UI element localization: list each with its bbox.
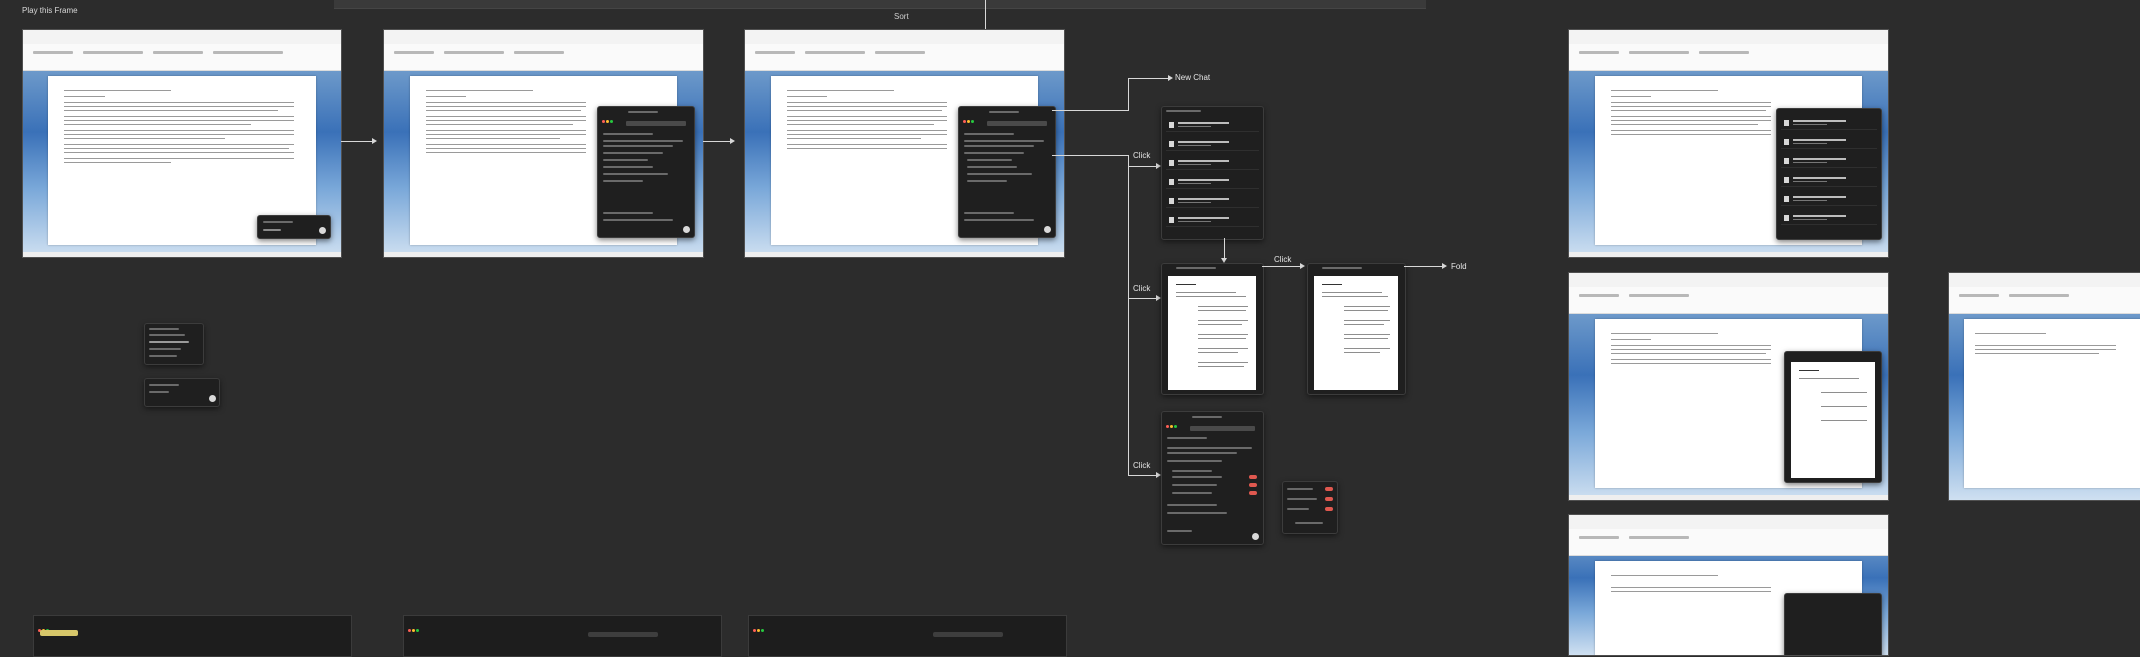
chat-input-panel[interactable] bbox=[257, 215, 331, 239]
connector-new-chat-v bbox=[1128, 78, 1129, 111]
connector-click-1 bbox=[1052, 155, 1128, 156]
connector-new-chat-h1 bbox=[1052, 110, 1128, 111]
word-screenshot-3[interactable] bbox=[744, 29, 1065, 258]
toggle-icon[interactable] bbox=[1325, 497, 1333, 501]
document-icon bbox=[1169, 122, 1174, 128]
document-icon bbox=[1169, 198, 1174, 204]
bottom-window-1[interactable] bbox=[33, 615, 352, 657]
arrow-right-icon bbox=[372, 138, 377, 144]
send-icon[interactable] bbox=[1252, 533, 1259, 540]
toggle-icon[interactable] bbox=[1249, 491, 1257, 495]
fold-label: Fold bbox=[1451, 262, 1467, 271]
frame-title[interactable]: Play this Frame bbox=[22, 6, 78, 15]
flow-connector-2 bbox=[703, 141, 732, 142]
document-icon bbox=[1169, 141, 1174, 147]
bottom-window-2[interactable] bbox=[403, 615, 722, 657]
document-preview-panel[interactable] bbox=[1161, 263, 1264, 395]
chat-input-mini[interactable] bbox=[144, 378, 220, 407]
connector-click-trunk bbox=[1128, 155, 1129, 475]
document-preview-panel-expanded[interactable] bbox=[1307, 263, 1406, 395]
word-screenshot-recent[interactable] bbox=[1568, 29, 1889, 258]
model-menu-popup[interactable] bbox=[144, 323, 204, 365]
document-icon bbox=[1169, 179, 1174, 185]
word-screenshot-2[interactable] bbox=[383, 29, 704, 258]
toggle-icon[interactable] bbox=[1325, 507, 1333, 511]
list-item[interactable] bbox=[1166, 176, 1259, 189]
click-label-3: Click bbox=[1133, 461, 1151, 470]
toggle-icon[interactable] bbox=[1249, 475, 1257, 479]
list-item[interactable] bbox=[1166, 195, 1259, 208]
flow-connector-1 bbox=[341, 141, 374, 142]
bottom-window-3[interactable] bbox=[748, 615, 1067, 657]
new-chat-label: New Chat bbox=[1175, 73, 1211, 82]
word-screenshot-bottom[interactable] bbox=[1568, 514, 1889, 656]
chat-settings-panel[interactable] bbox=[1161, 411, 1264, 545]
document-icon bbox=[1169, 160, 1174, 166]
recent-files-overlay[interactable] bbox=[1776, 108, 1882, 240]
list-item[interactable] bbox=[1166, 138, 1259, 151]
send-icon[interactable] bbox=[683, 226, 690, 233]
top-canvas-bar bbox=[334, 0, 1426, 9]
preview-overlay[interactable] bbox=[1784, 351, 1882, 483]
list-item[interactable] bbox=[1166, 157, 1259, 170]
arrow-right-icon bbox=[1442, 263, 1447, 269]
toggle-icon[interactable] bbox=[1249, 483, 1257, 487]
chat-panel-open[interactable] bbox=[597, 106, 695, 238]
word-screenshot-partial[interactable] bbox=[1948, 272, 2140, 501]
word-screenshot-preview[interactable] bbox=[1568, 272, 1889, 501]
arrow-right-icon bbox=[1300, 263, 1305, 269]
toggle-icon[interactable] bbox=[1325, 487, 1333, 491]
send-icon[interactable] bbox=[1044, 226, 1051, 233]
preview-overlay-bottom[interactable] bbox=[1784, 593, 1882, 655]
send-icon[interactable] bbox=[209, 395, 216, 402]
chat-panel-sorting[interactable] bbox=[958, 106, 1056, 238]
click-label-1: Click bbox=[1133, 151, 1151, 160]
list-item[interactable] bbox=[1166, 214, 1259, 227]
word-screenshot-1[interactable] bbox=[22, 29, 342, 258]
toggle-options-popup[interactable] bbox=[1282, 481, 1338, 534]
click-label-4: Click bbox=[1274, 255, 1292, 264]
click-label-2: Click bbox=[1133, 284, 1151, 293]
arrow-right-icon bbox=[1168, 75, 1173, 81]
recent-files-panel[interactable] bbox=[1161, 106, 1264, 240]
connector-new-chat-h2 bbox=[1128, 78, 1170, 79]
send-icon[interactable] bbox=[319, 227, 326, 234]
document-icon bbox=[1169, 217, 1174, 223]
sort-label: Sort bbox=[894, 12, 909, 21]
list-item[interactable] bbox=[1166, 119, 1259, 132]
arrow-right-icon bbox=[730, 138, 735, 144]
